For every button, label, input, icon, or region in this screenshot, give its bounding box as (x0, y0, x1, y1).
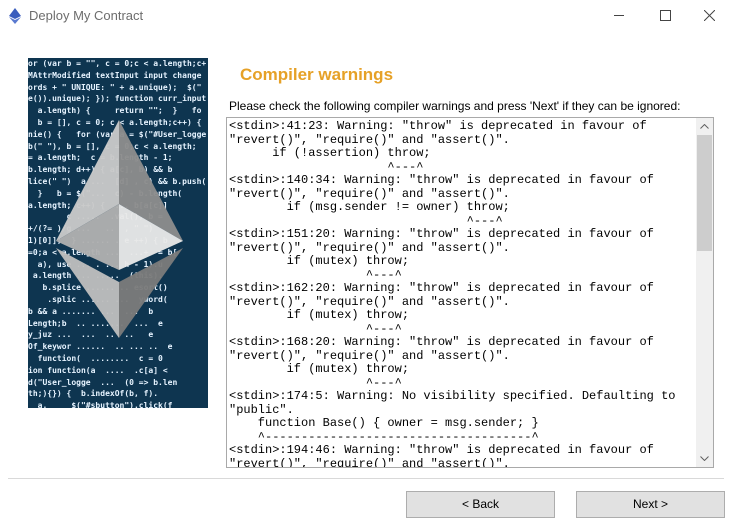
chevron-up-icon (700, 124, 709, 129)
maximize-icon (660, 10, 671, 21)
instruction-text: Please check the following compiler warn… (229, 99, 681, 113)
title-bar[interactable]: Deploy My Contract (0, 0, 732, 31)
compiler-warnings-log: <stdin>:41:23: Warning: "throw" is depre… (229, 119, 676, 468)
page-heading: Compiler warnings (240, 65, 394, 84)
ethereum-banner-image: or (var b = "", c = 0;c < a.length;c+ MA… (28, 58, 208, 408)
maximize-button[interactable] (643, 0, 689, 31)
scroll-thumb[interactable] (697, 135, 712, 251)
vertical-scrollbar[interactable] (696, 118, 713, 467)
ethereum-app-icon (9, 8, 21, 24)
minimize-button[interactable] (597, 0, 643, 31)
minimize-icon (614, 15, 624, 16)
footer-divider (8, 478, 724, 479)
close-button[interactable] (687, 0, 732, 31)
close-icon (704, 10, 715, 21)
ethereum-logo-icon (56, 120, 183, 338)
window-title: Deploy My Contract (29, 8, 144, 23)
compiler-warnings-textbox[interactable]: <stdin>:41:23: Warning: "throw" is depre… (226, 117, 714, 468)
scroll-up-button[interactable] (696, 118, 713, 135)
chevron-down-icon (700, 456, 709, 461)
back-button[interactable]: < Back (406, 491, 555, 518)
scroll-down-button[interactable] (696, 450, 713, 467)
next-button[interactable]: Next > (576, 491, 725, 518)
